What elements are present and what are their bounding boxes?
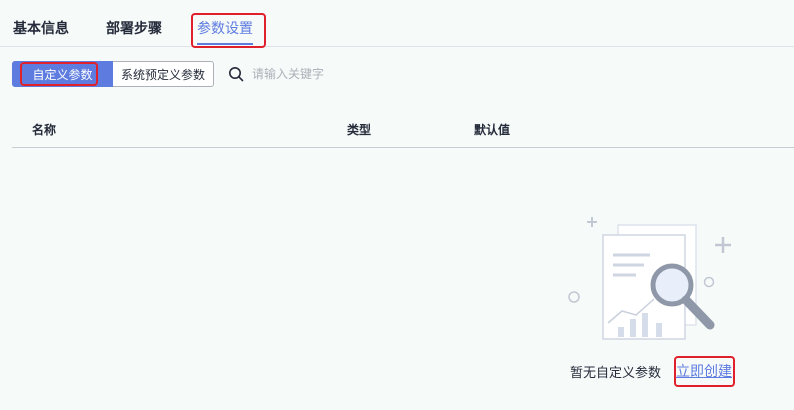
tab-parameter-settings[interactable]: 参数设置 <box>197 18 253 38</box>
tab-bar: 基本信息 部署步骤 参数设置 <box>0 0 794 47</box>
table-header: 名称 类型 默认值 <box>12 110 794 148</box>
system-params-button[interactable]: 系统预定义参数 <box>113 61 214 87</box>
search-box <box>228 63 428 85</box>
tab-basic-info[interactable]: 基本信息 <box>13 18 69 38</box>
search-input[interactable] <box>252 67 412 81</box>
column-header-type: 类型 <box>347 123 372 137</box>
empty-state-message: 暂无自定义参数 <box>570 366 662 381</box>
custom-params-button[interactable]: 自定义参数 <box>12 61 113 87</box>
active-tab-indicator <box>197 43 253 45</box>
column-header-default-value: 默认值 <box>474 123 511 137</box>
search-icon[interactable] <box>228 66 244 82</box>
tab-deploy-steps[interactable]: 部署步骤 <box>106 18 162 38</box>
column-header-name: 名称 <box>32 123 57 137</box>
empty-state-illustration <box>568 217 731 340</box>
create-now-link[interactable]: 立即创建 <box>676 361 732 381</box>
